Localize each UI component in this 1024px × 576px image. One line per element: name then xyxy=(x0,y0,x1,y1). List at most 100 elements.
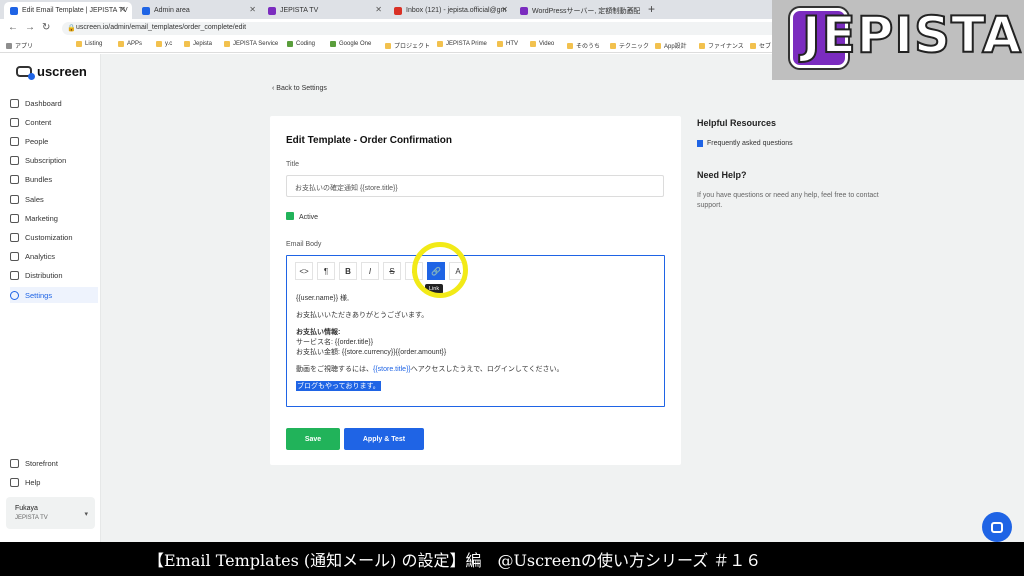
tab-label: JEPISTA TV xyxy=(280,7,319,14)
apply-test-button[interactable]: Apply & Test xyxy=(344,428,424,450)
help-icon xyxy=(10,477,19,487)
uscreen-favicon-icon xyxy=(142,6,150,15)
email-body-label: Email Body xyxy=(286,241,322,248)
sidebar-item-help[interactable]: Help xyxy=(10,474,98,490)
bookmark-item[interactable]: Video xyxy=(530,41,554,47)
edit-icon xyxy=(10,232,19,242)
close-icon[interactable]: ✕ xyxy=(249,5,256,14)
tab-label: Inbox (121) - jepista.official@gm xyxy=(406,7,507,14)
save-button[interactable]: Save xyxy=(286,428,340,450)
bookmark-item[interactable]: アプリ xyxy=(6,41,33,50)
reload-icon[interactable]: ↻ xyxy=(42,22,50,33)
account-org: JEPISTA TV xyxy=(15,515,48,521)
url-field[interactable]: 🔒 uscreen.io/admin/email_templates/order… xyxy=(62,22,822,35)
folder-icon xyxy=(156,41,162,47)
sidebar-item-subscription[interactable]: Subscription xyxy=(10,152,98,168)
sidebar-item-sales[interactable]: Sales xyxy=(10,191,98,207)
active-label: Active xyxy=(299,214,319,221)
bookmark-item[interactable]: Listing xyxy=(76,41,102,47)
tab-label: WordPressサーバー, 定額制動画配 xyxy=(532,7,640,15)
folder-icon xyxy=(10,117,19,127)
bookmark-item[interactable]: プロジェクト xyxy=(385,41,430,50)
sidebar-item-dashboard[interactable]: Dashboard xyxy=(10,95,98,111)
people-icon xyxy=(10,136,19,146)
folder-icon xyxy=(750,42,756,49)
active-checkbox[interactable] xyxy=(286,212,294,220)
gmail-favicon-icon xyxy=(394,6,402,15)
box-icon xyxy=(10,174,19,184)
need-help-title: Need Help? xyxy=(697,170,747,180)
code-view-button[interactable]: <> xyxy=(295,262,313,280)
browser-tab-jepista[interactable]: JEPISTA TV ✕ xyxy=(262,2,388,19)
folder-icon xyxy=(655,42,661,49)
sidebar-item-settings[interactable]: Settings xyxy=(10,287,98,303)
jepista-favicon-icon xyxy=(520,6,528,15)
folder-icon xyxy=(437,41,443,47)
close-icon[interactable]: ✕ xyxy=(119,5,126,14)
body-line: お支払い金額: {{store.currency}}{{order.amount… xyxy=(296,349,447,356)
document-icon xyxy=(697,140,703,147)
sidebar-item-content[interactable]: Content xyxy=(10,114,98,130)
sidebar-item-people[interactable]: People xyxy=(10,133,98,149)
bookmark-item[interactable]: y.c xyxy=(156,41,172,47)
bookmark-item[interactable]: JEPISTA Service xyxy=(224,41,278,47)
sidebar-item-storefront[interactable]: Storefront xyxy=(10,455,98,471)
body-line: {{user.name}} 様, xyxy=(296,295,349,302)
back-arrow-icon[interactable]: ← xyxy=(8,22,18,33)
url-text: uscreen.io/admin/email_templates/order_c… xyxy=(76,24,247,31)
browser-tab-inbox[interactable]: Inbox (121) - jepista.official@gm ✕ xyxy=(388,2,514,19)
bookmark-item[interactable]: APPs xyxy=(118,41,142,47)
uscreen-admin-app: uscreen Dashboard Content People Subscri… xyxy=(0,54,1024,542)
browser-tab-admin[interactable]: Admin area ✕ xyxy=(136,2,262,19)
back-to-settings-link[interactable]: ‹ Back to Settings xyxy=(272,85,327,92)
sidebar-item-customization[interactable]: Customization xyxy=(10,229,98,245)
sidebar-item-marketing[interactable]: Marketing xyxy=(10,210,98,226)
bookmark-item[interactable]: セブ xyxy=(750,41,771,50)
folder-icon xyxy=(497,41,503,47)
gear-icon xyxy=(10,290,19,300)
helpful-resources-title: Helpful Resources xyxy=(697,118,777,128)
sidebar-item-analytics[interactable]: Analytics xyxy=(10,248,98,264)
folder-icon xyxy=(530,41,536,47)
uscreen-logo-icon xyxy=(16,66,35,80)
bookmark-item[interactable]: そのうち xyxy=(567,41,600,50)
folder-icon xyxy=(224,41,230,47)
paragraph-button[interactable]: ¶ xyxy=(317,262,335,280)
title-input[interactable]: お支払いの確定通知 {{store.title}} xyxy=(286,175,664,197)
bookmark-icon xyxy=(330,41,336,47)
close-icon[interactable]: ✕ xyxy=(627,5,634,14)
dollar-icon xyxy=(10,194,19,204)
browser-tab-edit-email[interactable]: Edit Email Template | JEPISTA TV ✕ xyxy=(4,2,132,19)
sidebar-item-distribution[interactable]: Distribution xyxy=(10,267,98,283)
bold-button[interactable]: B xyxy=(339,262,357,280)
chat-launcher-button[interactable] xyxy=(982,512,1012,542)
forward-arrow-icon[interactable]: → xyxy=(25,22,35,33)
brand-logo[interactable]: uscreen xyxy=(16,64,87,80)
bookmark-item[interactable]: App設計 xyxy=(655,41,687,50)
body-line: 動画をご視聴するには、{{store.title}}へアクセスしたうえで、ログイ… xyxy=(296,366,564,373)
bookmark-item[interactable]: ファイナンス xyxy=(699,41,744,50)
distribution-icon xyxy=(10,270,19,280)
email-body-editor[interactable]: <> ¶ B I S ≡ 🔗 A Link {{user.name}} 様, お… xyxy=(286,242,665,407)
lock-icon: 🔒 xyxy=(67,25,76,32)
account-switcher[interactable]: Fukaya JEPISTA TV ▾ xyxy=(6,497,95,529)
bookmark-item[interactable]: Coding xyxy=(287,41,315,47)
close-icon[interactable]: ✕ xyxy=(375,5,382,14)
new-tab-icon[interactable]: + xyxy=(648,2,655,16)
title-field-label: Title xyxy=(286,161,299,168)
folder-icon xyxy=(567,42,573,49)
chat-icon xyxy=(991,521,1003,533)
faq-link[interactable]: Frequently asked questions xyxy=(697,140,793,147)
body-line: サービス名: {{order.title}} xyxy=(296,339,374,346)
sidebar-item-bundles[interactable]: Bundles xyxy=(10,171,98,187)
bookmark-item[interactable]: Jepista xyxy=(184,41,212,47)
bookmark-item[interactable]: テクニック xyxy=(610,41,649,50)
bookmark-item[interactable]: Google One xyxy=(330,41,371,47)
sidebar: uscreen Dashboard Content People Subscri… xyxy=(0,54,101,542)
bookmark-item[interactable]: JEPISTA Prime xyxy=(437,41,487,47)
browser-tab-wordpress[interactable]: WordPressサーバー, 定額制動画配 ✕ xyxy=(514,2,640,19)
bookmark-item[interactable]: HTV xyxy=(497,41,518,47)
strikethrough-button[interactable]: S xyxy=(383,262,401,280)
italic-button[interactable]: I xyxy=(361,262,379,280)
close-icon[interactable]: ✕ xyxy=(501,5,508,14)
